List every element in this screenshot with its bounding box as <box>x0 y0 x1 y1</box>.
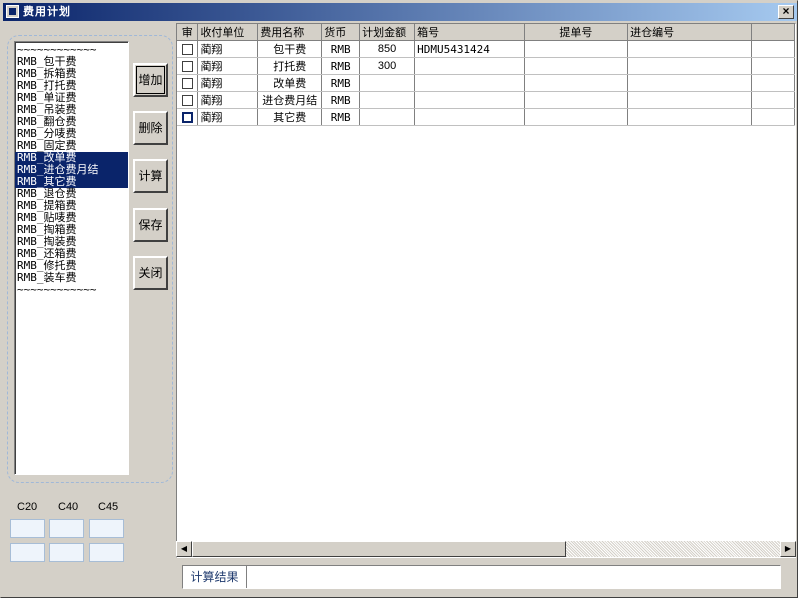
cell-unit[interactable]: 蔺翔 <box>197 91 259 109</box>
cell-fee[interactable]: 改单费 <box>257 74 323 92</box>
cell-bl[interactable] <box>524 108 629 126</box>
audit-cell <box>177 91 199 109</box>
calculate-button[interactable]: 计算 <box>133 159 168 193</box>
scroll-thumb[interactable] <box>192 541 566 557</box>
audit-checkbox[interactable] <box>181 43 193 55</box>
cell-amount[interactable] <box>359 74 416 92</box>
cell-box[interactable] <box>414 108 525 126</box>
column-header[interactable]: 提单号 <box>524 24 629 41</box>
cell-in-no[interactable] <box>627 91 753 109</box>
column-header[interactable]: 收付单位 <box>197 24 259 41</box>
cell-amount[interactable] <box>359 91 416 109</box>
cell-extra <box>751 40 795 58</box>
cell-box[interactable] <box>414 91 525 109</box>
column-header[interactable]: 计划金额 <box>359 24 416 41</box>
window-title: 费用计划 <box>23 6 71 18</box>
cell-amount[interactable] <box>359 108 416 126</box>
result-bar: 计算结果 <box>182 565 781 589</box>
cell-fee[interactable]: 打托费 <box>257 57 323 75</box>
cell-bl[interactable] <box>524 74 629 92</box>
add-button[interactable]: 增加 <box>133 63 168 97</box>
cell-unit[interactable]: 蔺翔 <box>197 40 259 58</box>
save-button[interactable]: 保存 <box>133 208 168 242</box>
cell-in-no[interactable] <box>627 108 753 126</box>
cell-fee[interactable]: 包干费 <box>257 40 323 58</box>
cell-extra <box>751 108 795 126</box>
fee-list-item[interactable]: ~~~~~~~~~~~~ <box>15 284 128 296</box>
cell-currency[interactable]: RMB <box>321 40 361 58</box>
c40-count-field-2[interactable] <box>49 543 84 562</box>
audit-cell <box>177 40 199 58</box>
cell-bl[interactable] <box>524 57 629 75</box>
audit-cell <box>177 108 199 126</box>
table-row[interactable]: 蔺翔 打托费 RMB 300 <box>177 57 795 75</box>
c20-label: C20 <box>17 501 38 513</box>
cell-currency[interactable]: RMB <box>321 91 361 109</box>
cell-bl[interactable] <box>524 91 629 109</box>
horizontal-scrollbar[interactable]: ◀ ▶ <box>176 541 796 557</box>
c40-label: C40 <box>58 501 79 513</box>
cell-amount[interactable]: 850 <box>359 40 416 58</box>
cell-in-no[interactable] <box>627 40 753 58</box>
c45-count-field-2[interactable] <box>89 543 124 562</box>
cell-box[interactable] <box>414 74 525 92</box>
result-label: 计算结果 <box>183 566 247 588</box>
delete-button[interactable]: 删除 <box>133 111 168 145</box>
cell-box[interactable]: HDMU5431424 <box>414 40 525 58</box>
column-header[interactable] <box>751 24 795 41</box>
close-button[interactable]: 关闭 <box>133 256 168 290</box>
audit-checkbox[interactable] <box>181 60 193 72</box>
audit-checkbox[interactable] <box>181 77 193 89</box>
cell-in-no[interactable] <box>627 57 753 75</box>
table-row[interactable]: 蔺翔 其它费 RMB <box>177 108 795 126</box>
cell-currency[interactable]: RMB <box>321 74 361 92</box>
audit-cell <box>177 74 199 92</box>
cell-in-no[interactable] <box>627 74 753 92</box>
cell-unit[interactable]: 蔺翔 <box>197 57 259 75</box>
cell-extra <box>751 57 795 75</box>
fee-plan-table: 审收付单位 费用名称 货币 计划金额 箱号 提单号 进仓编号 蔺翔 包干费 RMB 850 HDMU… <box>177 24 795 126</box>
audit-checkbox[interactable] <box>181 111 193 123</box>
column-header[interactable]: 进仓编号 <box>627 24 753 41</box>
column-header[interactable]: 费用名称 <box>257 24 323 41</box>
audit-checkbox[interactable] <box>181 94 193 106</box>
cell-extra <box>751 91 795 109</box>
audit-cell <box>177 57 199 75</box>
c20-count-field-2[interactable] <box>10 543 45 562</box>
c40-count-field-1[interactable] <box>49 519 84 538</box>
fee-plan-window: 费用计划 × ~~~~~~~~~~~~ RMB_包干费 RMB_拆箱费 RMB_打托费… <box>0 0 798 598</box>
scroll-left-icon[interactable]: ◀ <box>176 541 192 557</box>
table-row[interactable]: 蔺翔 包干费 RMB 850 HDMU5431424 <box>177 40 795 58</box>
c20-count-field-1[interactable] <box>10 519 45 538</box>
cell-extra <box>751 74 795 92</box>
grid-header-row: 审收付单位 费用名称 货币 计划金额 箱号 提单号 进仓编号 <box>177 24 795 41</box>
cell-currency[interactable]: RMB <box>321 57 361 75</box>
cell-fee[interactable]: 进仓费月结 <box>257 91 323 109</box>
c45-count-field-1[interactable] <box>89 519 124 538</box>
fee-plan-grid: 审收付单位 费用名称 货币 计划金额 箱号 提单号 进仓编号 蔺翔 包干费 RMB 850 HDMU… <box>176 23 796 558</box>
column-header[interactable]: 审 <box>177 24 199 41</box>
cell-currency[interactable]: RMB <box>321 108 361 126</box>
column-header[interactable]: 货币 <box>321 24 361 41</box>
cell-amount[interactable]: 300 <box>359 57 416 75</box>
c45-label: C45 <box>98 501 119 513</box>
cell-unit[interactable]: 蔺翔 <box>197 74 259 92</box>
table-row[interactable]: 蔺翔 改单费 RMB <box>177 74 795 92</box>
column-header[interactable]: 箱号 <box>414 24 525 41</box>
cell-fee[interactable]: 其它费 <box>257 108 323 126</box>
cell-bl[interactable] <box>524 40 629 58</box>
title-bar: 费用计划 × <box>3 3 797 21</box>
fee-type-listbox[interactable]: ~~~~~~~~~~~~ RMB_包干费 RMB_拆箱费 RMB_打托费 RMB_单证费… <box>14 41 129 475</box>
scroll-right-icon[interactable]: ▶ <box>780 541 796 557</box>
table-row[interactable]: 蔺翔 进仓费月结 RMB <box>177 91 795 109</box>
cell-unit[interactable]: 蔺翔 <box>197 108 259 126</box>
app-icon <box>6 5 19 18</box>
close-window-button[interactable]: × <box>778 5 794 19</box>
cell-box[interactable] <box>414 57 525 75</box>
